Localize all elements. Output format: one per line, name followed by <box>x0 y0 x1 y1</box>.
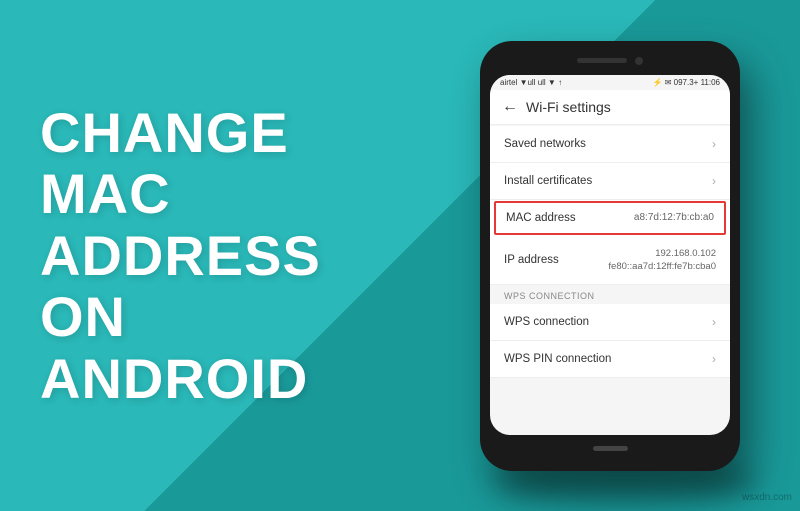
install-cert-chevron: › <box>712 174 716 188</box>
wps-label: WPS connection <box>504 316 589 328</box>
watermark: wsxdn.com <box>742 492 792 503</box>
heading-line1: CHANGE MAC <box>40 101 289 226</box>
install-cert-label: Install certificates <box>504 175 592 187</box>
wps-section-label: WPS CONNECTION <box>504 291 595 301</box>
app-bar-title: Wi-Fi settings <box>526 99 611 115</box>
heading-title: CHANGE MAC ADDRESS ON ANDROID <box>40 102 400 410</box>
wps-pin-chevron: › <box>712 352 716 366</box>
status-left: airtel ▼ull ull ▼ ↑ <box>500 78 562 87</box>
mac-address-value: a8:7d:12:7b:cb:a0 <box>634 212 714 223</box>
wps-chevron: › <box>712 315 716 329</box>
wps-pin-label: WPS PIN connection <box>504 353 611 365</box>
saved-networks-label: Saved networks <box>504 138 586 150</box>
mac-address-label: MAC address <box>506 212 576 224</box>
ip-value-line1: 192.168.0.102 <box>608 247 716 260</box>
phone-camera <box>635 57 643 65</box>
settings-item-wps[interactable]: WPS connection › <box>490 304 730 341</box>
ip-value-line2: fe80::aa7d:12ff:fe7b:cba0 <box>608 260 716 273</box>
phone-screen: airtel ▼ull ull ▼ ↑ ⚡ ✉ 097.3+ 11:06 ← W… <box>490 75 730 435</box>
back-icon[interactable]: ← <box>502 98 518 116</box>
settings-list: Saved networks › Install certificates › … <box>490 126 730 379</box>
status-right: ⚡ ✉ 097.3+ 11:06 <box>653 78 720 87</box>
phone-top-bar <box>490 51 730 71</box>
ip-address-label: IP address <box>504 254 559 266</box>
phone-body: airtel ▼ull ull ▼ ↑ ⚡ ✉ 097.3+ 11:06 ← W… <box>480 41 740 471</box>
saved-networks-chevron: › <box>712 137 716 151</box>
wps-section-header: WPS CONNECTION <box>490 285 730 304</box>
phone-speaker <box>577 58 627 63</box>
settings-item-install-cert[interactable]: Install certificates › <box>490 163 730 200</box>
app-bar: ← Wi-Fi settings <box>490 90 730 125</box>
ip-address-value: 192.168.0.102 fe80::aa7d:12ff:fe7b:cba0 <box>608 247 716 274</box>
status-bar: airtel ▼ull ull ▼ ↑ ⚡ ✉ 097.3+ 11:06 <box>490 75 730 90</box>
heading-line3: ANDROID <box>40 347 308 410</box>
settings-item-mac-address[interactable]: MAC address a8:7d:12:7b:cb:a0 <box>494 201 726 235</box>
phone-bottom-bar <box>490 439 730 459</box>
settings-item-saved-networks[interactable]: Saved networks › <box>490 126 730 163</box>
settings-item-wps-pin[interactable]: WPS PIN connection › <box>490 341 730 378</box>
home-button[interactable] <box>593 446 628 451</box>
phone-mockup: airtel ▼ull ull ▼ ↑ ⚡ ✉ 097.3+ 11:06 ← W… <box>480 41 740 471</box>
left-text-block: CHANGE MAC ADDRESS ON ANDROID <box>40 102 400 410</box>
heading-line2: ADDRESS ON <box>40 224 321 349</box>
watermark-text: wsxdn.com <box>742 492 792 503</box>
settings-item-ip-address: IP address 192.168.0.102 fe80::aa7d:12ff… <box>490 236 730 286</box>
